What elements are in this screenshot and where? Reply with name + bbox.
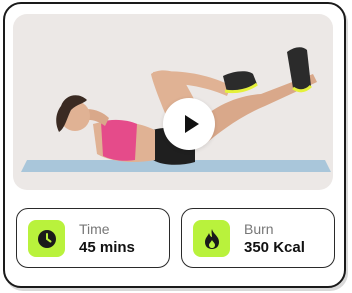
workout-video-thumbnail[interactable]: [13, 14, 333, 190]
burn-value: 350 Kcal: [244, 239, 305, 256]
play-button[interactable]: [163, 98, 215, 150]
play-icon: [184, 115, 199, 133]
burn-stat-card: Burn 350 Kcal: [181, 208, 335, 268]
flame-icon: [193, 220, 230, 257]
clock-icon: [28, 220, 65, 257]
time-value: 45 mins: [79, 239, 135, 256]
time-label: Time: [79, 221, 110, 237]
time-stat-card: Time 45 mins: [16, 208, 170, 268]
burn-label: Burn: [244, 221, 274, 237]
